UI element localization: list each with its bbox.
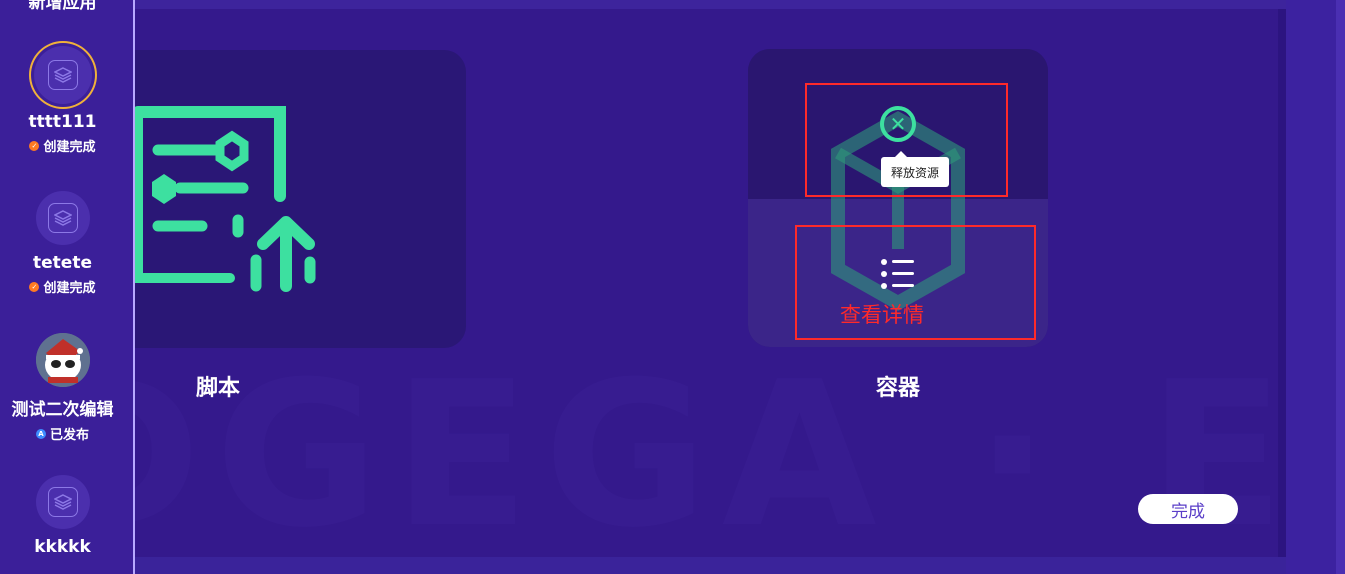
app-status-label: 创建完成 — [43, 140, 96, 155]
status-dot-icon: ✓ — [29, 140, 40, 151]
app-status-label: 创建完成 — [43, 281, 96, 296]
app-avatar — [33, 46, 92, 104]
done-button[interactable]: 完成 — [1138, 494, 1238, 524]
stack-icon — [47, 487, 78, 517]
app-sidebar: 新增应用 tttt111 ✓ 创建完成 tetete ✓ 创建完成 测试二次编辑… — [0, 0, 135, 574]
annotation-box-release — [805, 83, 1008, 197]
sidebar-app-test-edit[interactable]: 测试二次编辑 A 已发布 — [0, 333, 125, 443]
sidebar-app-tttt111[interactable]: tttt111 ✓ 创建完成 — [0, 46, 125, 155]
stack-icon — [47, 203, 78, 233]
top-strip — [0, 0, 1345, 9]
watermark: DGEGA · ENV — [135, 339, 1286, 557]
right-edge-line — [1336, 0, 1345, 574]
script-card[interactable] — [98, 50, 466, 348]
app-status-label: 已发布 — [49, 428, 89, 443]
main-panel-shadow — [1278, 9, 1286, 557]
app-name: tetete — [33, 253, 92, 273]
app-status: A 已发布 — [0, 424, 125, 443]
stack-icon — [47, 60, 78, 90]
right-edge — [1286, 0, 1336, 574]
app-name: kkkkk — [34, 537, 91, 557]
app-status: ✓ 创建完成 — [0, 136, 125, 155]
app-avatar — [35, 475, 90, 529]
status-dot-icon: ✓ — [29, 281, 40, 292]
script-card-label: 脚本 — [195, 376, 240, 401]
container-card-label: 容器 — [875, 376, 920, 401]
app-status: ✓ 创建完成 — [0, 277, 125, 296]
script-upload-icon — [132, 106, 316, 292]
annotation-view-details: 查看详情 — [840, 303, 924, 327]
app-name: tttt111 — [28, 112, 97, 132]
panda-avatar — [35, 333, 90, 387]
sidebar-app-kkkkk[interactable]: kkkkk — [0, 475, 125, 557]
app-name: 测试二次编辑 — [11, 400, 114, 420]
app-avatar — [35, 191, 90, 245]
status-dot-icon: A — [35, 428, 46, 439]
sidebar-app-tetete[interactable]: tetete ✓ 创建完成 — [0, 191, 125, 296]
sidebar-top-partial-label[interactable]: 新增应用 — [0, 0, 125, 13]
